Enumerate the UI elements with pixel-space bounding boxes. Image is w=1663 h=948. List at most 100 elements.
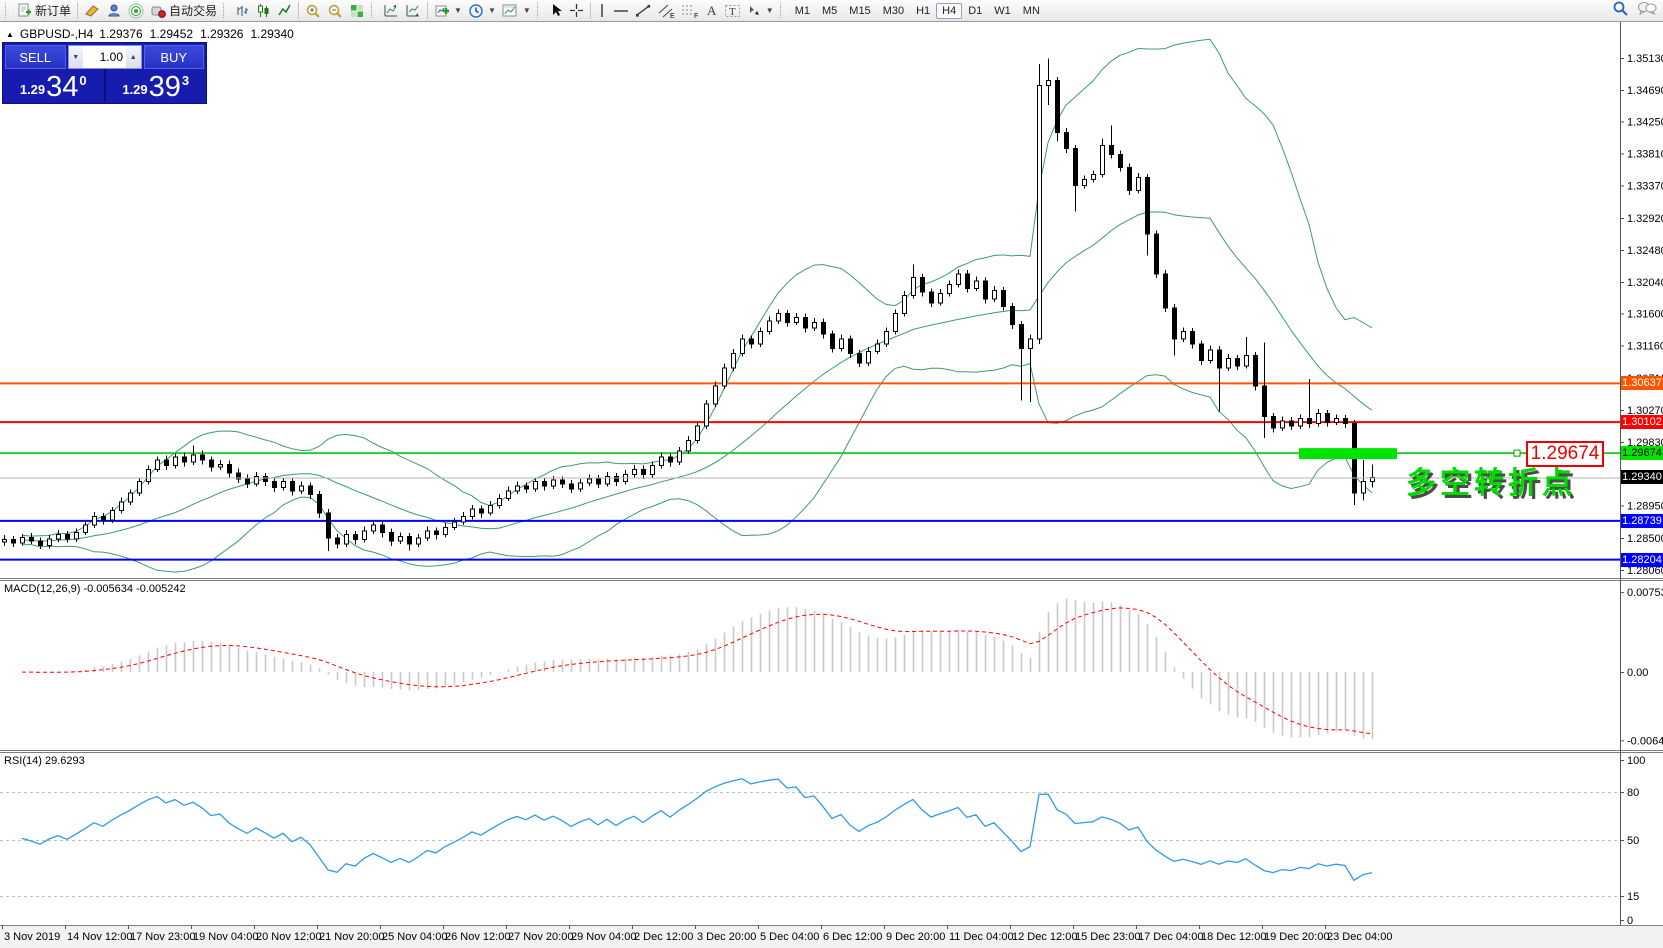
candle-body — [480, 509, 484, 513]
candle-body — [1236, 359, 1240, 366]
bar-chart-icon — [235, 3, 250, 18]
candle-body — [804, 317, 808, 328]
level-price-tag: 1.28204 — [1621, 553, 1663, 567]
crosshair-icon — [569, 3, 584, 18]
candle-body — [30, 537, 34, 541]
data-window-button[interactable] — [125, 1, 147, 21]
price-axis-label: 1.35130 — [1627, 53, 1663, 65]
vertical-line-button[interactable] — [594, 1, 610, 21]
zoom-in-button[interactable] — [302, 1, 324, 21]
bar-chart-button[interactable] — [232, 1, 253, 21]
price-axis-label: 1.32040 — [1627, 277, 1663, 289]
level-price-tag: 1.29674 — [1621, 446, 1663, 460]
chat-icon[interactable] — [1637, 0, 1657, 21]
ohlc-high: 1.29452 — [150, 27, 193, 41]
auto-scroll-icon — [405, 3, 421, 19]
text-label-button[interactable]: T — [721, 1, 744, 21]
buy-button[interactable]: BUY — [144, 45, 205, 69]
time-axis-label: 20 Nov 12:00 — [256, 931, 321, 943]
candle-body — [174, 457, 178, 466]
volume-decrease-button[interactable]: ▼ — [69, 46, 84, 68]
new-order-button[interactable]: 新订单 — [14, 1, 74, 21]
equidistant-channel-button[interactable]: E — [654, 1, 678, 21]
text-button[interactable]: A — [702, 1, 721, 21]
price-axis-label: 1.34250 — [1627, 117, 1663, 129]
timeframe-button-MN[interactable]: MN — [1017, 3, 1046, 19]
trendline-button[interactable] — [632, 1, 654, 21]
new-order-label: 新订单 — [35, 2, 71, 19]
timeframe-button-H1[interactable]: H1 — [910, 3, 936, 19]
timeframe-button-M15[interactable]: M15 — [843, 3, 876, 19]
search-icon[interactable] — [1612, 0, 1629, 22]
auto-scroll-button[interactable] — [402, 1, 424, 21]
candle-body — [696, 426, 700, 440]
candle-body — [786, 314, 790, 323]
rsi-axis-label: 15 — [1627, 891, 1639, 903]
candle-body — [228, 464, 232, 473]
sell-price-small: 1.29 — [20, 82, 45, 97]
candle-body — [84, 525, 88, 532]
candle-body — [1029, 339, 1033, 348]
toolbar-grip[interactable] — [5, 3, 11, 18]
highlight-rectangle[interactable] — [1299, 448, 1397, 459]
buy-price[interactable]: 1.29 39 3 — [106, 69, 207, 102]
volume-increase-button[interactable]: ▲ — [126, 46, 141, 68]
time-axis-label: 15 Dec 23:00 — [1075, 931, 1140, 943]
tile-windows-button[interactable] — [346, 1, 368, 21]
time-axis-label: 19 Nov 04:00 — [193, 931, 258, 943]
candle-body — [75, 532, 79, 539]
price-callout-label[interactable]: 1.29674 — [1526, 441, 1604, 467]
candle-chart-icon — [256, 3, 271, 18]
collapse-triangle-icon[interactable]: ▲ — [6, 30, 14, 39]
sell-price[interactable]: 1.29 34 0 — [3, 69, 106, 102]
candle-body — [903, 296, 907, 314]
line-handle[interactable] — [1514, 450, 1520, 456]
candle-body — [390, 532, 394, 541]
timeframe-button-M5[interactable]: M5 — [816, 3, 843, 19]
indicators-button[interactable]: ▼ — [431, 1, 465, 21]
candle-body — [1227, 359, 1231, 368]
toolbar-grip[interactable] — [537, 3, 543, 18]
candle-body — [1344, 419, 1348, 424]
candle-body — [1137, 177, 1141, 190]
horizontal-line-button[interactable] — [610, 1, 632, 21]
toolbar-grip[interactable] — [223, 3, 229, 18]
chart-shift-button[interactable] — [380, 1, 402, 21]
arrows-button[interactable]: ▼ — [744, 1, 777, 21]
zoom-out-button[interactable] — [324, 1, 346, 21]
metaquotes-button[interactable] — [81, 1, 103, 21]
cursor-button[interactable] — [546, 1, 566, 21]
candle-body — [1218, 350, 1222, 368]
candle-body — [57, 535, 61, 539]
candle-body — [309, 486, 313, 495]
timeframe-button-M1[interactable]: M1 — [789, 3, 816, 19]
candle-body — [1200, 344, 1204, 361]
svg-text:T: T — [729, 6, 736, 18]
timeframe-button-H4[interactable]: H4 — [936, 3, 962, 19]
fibonacci-button[interactable]: F — [678, 1, 702, 21]
candle-body — [291, 482, 295, 491]
text-label-icon: T — [724, 3, 741, 19]
templates-button[interactable]: ▼ — [499, 1, 534, 21]
sell-button[interactable]: SELL — [5, 45, 66, 69]
market-watch-button[interactable] — [103, 1, 125, 21]
toolbar-grip[interactable] — [780, 3, 786, 18]
timeframe-button-M30[interactable]: M30 — [877, 3, 910, 19]
candle-chart-button[interactable] — [253, 1, 274, 21]
volume-input[interactable] — [83, 46, 126, 68]
timeframe-button-W1[interactable]: W1 — [988, 3, 1017, 19]
candle-body — [723, 368, 727, 386]
candle-body — [1092, 175, 1096, 180]
autotrading-button[interactable]: 自动交易 — [147, 1, 220, 21]
periods-button[interactable]: ▼ — [465, 1, 499, 21]
rsi-line — [22, 779, 1372, 881]
crosshair-button[interactable] — [566, 1, 587, 21]
candle-body — [1002, 290, 1006, 306]
candle-body — [273, 482, 277, 488]
candle-body — [453, 522, 457, 527]
toolbar-grip[interactable] — [371, 3, 377, 18]
line-chart-button[interactable] — [274, 1, 295, 21]
timeframe-button-D1[interactable]: D1 — [962, 3, 988, 19]
candle-body — [1083, 180, 1087, 186]
candle-body — [183, 457, 187, 462]
